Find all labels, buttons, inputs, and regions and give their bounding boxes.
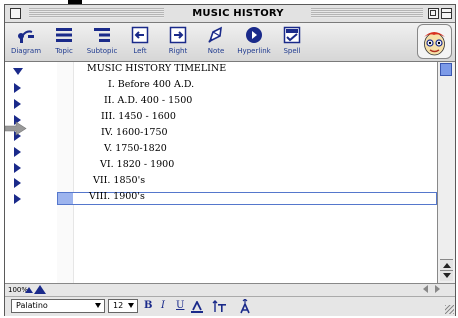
diagram-icon xyxy=(18,30,34,43)
subtopic-8[interactable]: VIII. 1900's xyxy=(89,191,145,202)
toolbar: Diagram Topic Subtopic Left Right Note H… xyxy=(5,23,455,62)
diagram-button[interactable]: Diagram xyxy=(7,25,45,59)
title-bar[interactable]: MUSIC HISTORY TIMELINE xyxy=(5,5,455,34)
scroll-right-arrow[interactable] xyxy=(435,285,440,293)
vertical-scrollbar[interactable] xyxy=(437,62,455,283)
subtopic-2[interactable]: II. A.D. 400 - 1500 xyxy=(104,95,192,106)
expand-toggle-7[interactable] xyxy=(14,178,21,188)
right-button[interactable]: Right xyxy=(159,25,197,59)
subtopic-4[interactable]: IV. 1600-1750 xyxy=(101,127,168,138)
window-title: MUSIC HISTORY TIMELINE xyxy=(167,6,309,34)
expand-toggle-8[interactable] xyxy=(14,194,21,204)
expand-toggle-2[interactable] xyxy=(14,99,21,109)
subtopic-6[interactable]: VI. 1820 - 1900 xyxy=(100,159,174,170)
bold-button[interactable]: B xyxy=(144,299,152,313)
outline-marker-column xyxy=(57,62,74,283)
chevron-down-icon xyxy=(128,303,134,308)
expand-toggle-6[interactable] xyxy=(14,163,21,173)
zoom-out-icon[interactable] xyxy=(25,287,33,293)
expand-toggle-5[interactable] xyxy=(14,147,21,157)
expand-toggle-main[interactable] xyxy=(13,68,23,75)
pointer-arrow-icon xyxy=(5,121,27,136)
collapse-box[interactable] xyxy=(441,8,452,19)
subtopic-1[interactable]: I. Before 400 A.D. xyxy=(108,79,194,90)
subtopic-icon xyxy=(94,28,110,42)
italic-button[interactable]: I xyxy=(161,299,165,313)
scroll-down-arrow[interactable] xyxy=(440,270,453,281)
spell-label: Spell xyxy=(283,47,301,55)
format-bar: Palatino 12 B I U xyxy=(5,296,455,316)
font-select-value: Palatino xyxy=(16,301,48,310)
zoom-bar: 100% xyxy=(5,283,455,296)
subtopic-7[interactable]: VII. 1850's xyxy=(93,175,145,186)
text-color-icon[interactable] xyxy=(191,301,203,313)
zoom-in-icon[interactable] xyxy=(34,285,46,294)
selected-row-marker xyxy=(58,193,73,204)
note-icon xyxy=(208,26,222,43)
zoom-box[interactable] xyxy=(428,8,439,19)
size-select-value: 12 xyxy=(113,301,124,310)
mascot-face-icon xyxy=(424,32,445,56)
subtopic-button[interactable]: Subtopic xyxy=(83,25,121,59)
topic-icon xyxy=(56,28,72,42)
right-arrow-icon xyxy=(169,26,187,44)
scroll-left-arrow[interactable] xyxy=(423,285,428,293)
note-button[interactable]: Note xyxy=(197,25,235,59)
title-stripes-right xyxy=(311,8,423,18)
font-select[interactable]: Palatino xyxy=(11,299,105,313)
outline-gutter xyxy=(5,62,57,283)
resize-grip[interactable] xyxy=(445,305,454,314)
subtopic-3[interactable]: III. 1450 - 1600 xyxy=(101,111,176,122)
spell-icon xyxy=(283,26,301,44)
left-button[interactable]: Left xyxy=(121,25,159,59)
close-box[interactable] xyxy=(10,8,21,19)
underline-button[interactable]: U xyxy=(176,299,184,313)
left-arrow-icon xyxy=(131,26,149,44)
outline-window: MUSIC HISTORY TIMELINE Diagram Topic Sub… xyxy=(4,4,456,316)
expand-toggle-1[interactable] xyxy=(14,83,21,93)
outline-view[interactable]: MUSIC HISTORY TIMELINE I. Before 400 A.D… xyxy=(5,62,437,283)
size-select[interactable]: 12 xyxy=(108,299,138,313)
scroll-thumb[interactable] xyxy=(440,63,452,76)
chevron-down-icon xyxy=(95,303,101,308)
hyperlink-button[interactable]: Hyperlink xyxy=(235,25,273,59)
scroll-up-arrow[interactable] xyxy=(440,259,453,270)
hyperlink-icon xyxy=(246,27,262,43)
text-size-icon[interactable] xyxy=(239,299,251,314)
title-stripes-left xyxy=(29,8,164,18)
spell-button[interactable]: Spell xyxy=(273,25,311,59)
line-spacing-icon[interactable] xyxy=(212,300,226,313)
topic-button[interactable]: Topic xyxy=(45,25,83,59)
main-topic[interactable]: MUSIC HISTORY TIMELINE xyxy=(87,63,226,74)
subtopic-5[interactable]: V. 1750-1820 xyxy=(104,143,167,154)
mascot-icon[interactable] xyxy=(417,24,452,59)
